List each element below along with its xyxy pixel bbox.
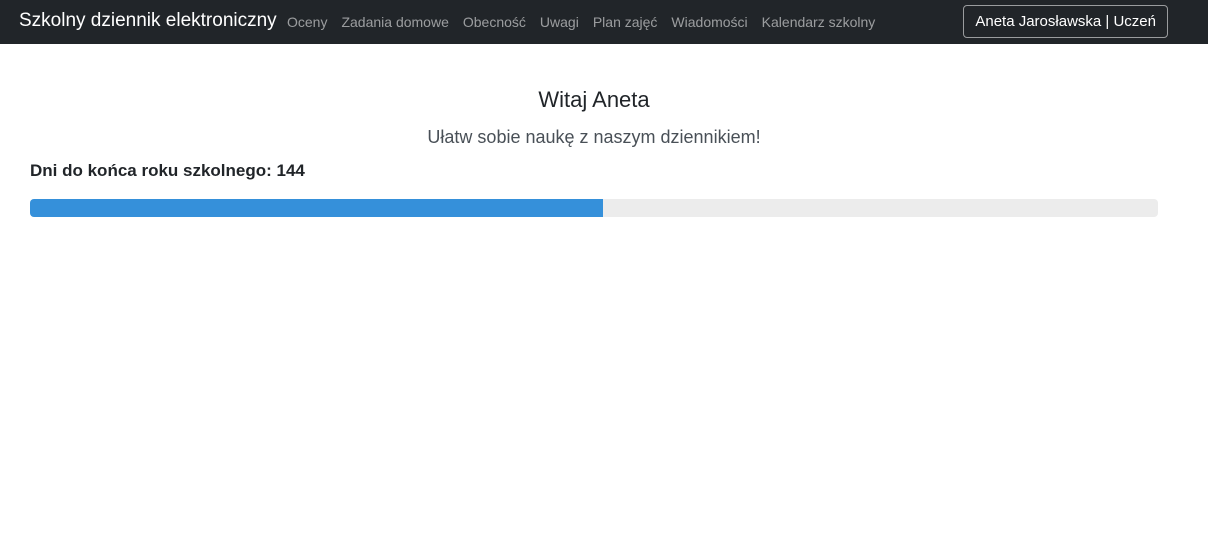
user-account-button[interactable]: Aneta Jarosławska | Uczeń <box>963 5 1168 38</box>
school-year-progress-fill <box>30 199 604 217</box>
school-year-progress <box>30 199 1158 217</box>
nav-links: Oceny Zadania domowe Obecność Uwagi Plan… <box>280 0 882 44</box>
welcome-subtitle: Ułatw sobie naukę z naszym dziennikiem! <box>427 127 761 147</box>
nav-link-remarks[interactable]: Uwagi <box>533 0 586 44</box>
nav-link-calendar[interactable]: Kalendarz szkolny <box>755 0 883 44</box>
nav-link-homework[interactable]: Zadania domowe <box>334 0 455 44</box>
welcome-heading: Witaj Aneta <box>538 87 650 112</box>
nav-link-messages[interactable]: Wiadomości <box>664 0 754 44</box>
nav-link-attendance[interactable]: Obecność <box>456 0 533 44</box>
brand-link[interactable]: Szkolny dziennik elektroniczny <box>19 10 277 32</box>
nav-link-timetable[interactable]: Plan zajęć <box>586 0 665 44</box>
days-left-label: Dni do końca roku szkolnego: 144 <box>30 161 305 180</box>
top-navbar: Szkolny dziennik elektroniczny Oceny Zad… <box>0 0 1208 44</box>
nav-link-grades[interactable]: Oceny <box>280 0 334 44</box>
